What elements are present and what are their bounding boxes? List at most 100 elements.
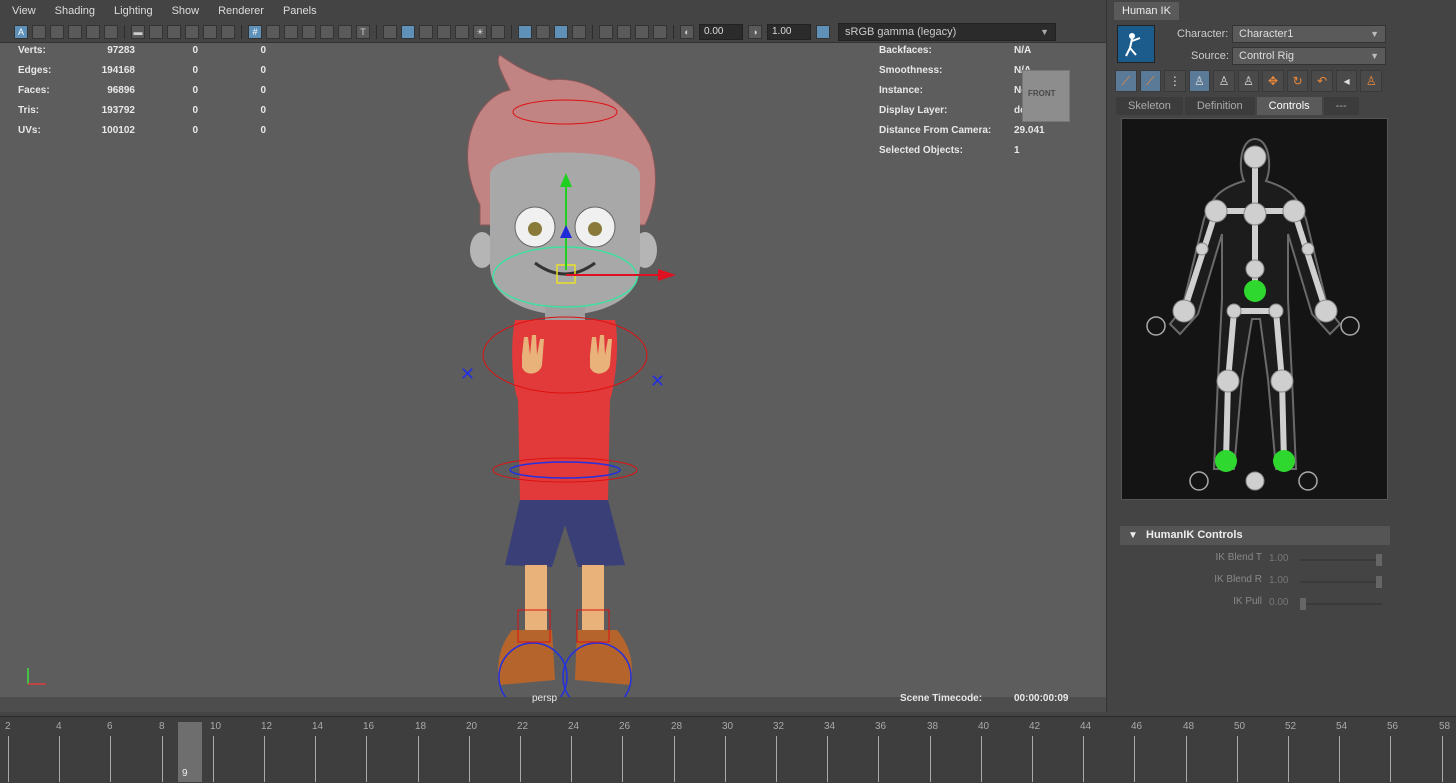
selection-icon[interactable]: ♙ bbox=[1237, 70, 1260, 92]
character-pupil-left bbox=[528, 222, 542, 236]
shadows-icon[interactable] bbox=[491, 25, 505, 39]
fk-effector-icon[interactable]: ⟋ bbox=[1139, 70, 1162, 92]
rig-elbow-locator-right[interactable]: ✕ bbox=[650, 371, 665, 392]
menu-lighting[interactable]: Lighting bbox=[102, 5, 160, 17]
rig-left-foot-effector[interactable] bbox=[1215, 450, 1237, 472]
rig-hips-effector[interactable] bbox=[1244, 280, 1266, 302]
body-part-icon[interactable]: ♙ bbox=[1213, 70, 1235, 92]
smooth-shade-icon[interactable] bbox=[401, 25, 415, 39]
pin-all-icon[interactable]: ↶ bbox=[1311, 70, 1333, 92]
wireframe-on-shaded-icon[interactable] bbox=[437, 25, 451, 39]
lock-camera-icon[interactable] bbox=[32, 25, 46, 39]
menu-shading[interactable]: Shading bbox=[43, 5, 102, 17]
safe-title-icon[interactable]: T bbox=[356, 25, 370, 39]
slider-handle[interactable] bbox=[1376, 554, 1382, 566]
menu-view[interactable]: View bbox=[0, 5, 43, 17]
slider-track[interactable] bbox=[1300, 603, 1382, 605]
tab-skeleton[interactable]: Skeleton bbox=[1116, 97, 1183, 115]
slider-track[interactable] bbox=[1300, 559, 1382, 561]
axis-gizmo-icon bbox=[27, 668, 46, 685]
default-material-icon[interactable] bbox=[419, 25, 433, 39]
isolate-select-icon[interactable] bbox=[599, 25, 613, 39]
multisample-aa-icon[interactable] bbox=[554, 25, 568, 39]
humanik-logo-icon[interactable] bbox=[1117, 25, 1155, 63]
timeline-frame-label: 56 bbox=[1387, 721, 1399, 732]
view-transform-dropdown[interactable]: sRGB gamma (legacy) ▼ bbox=[838, 23, 1056, 41]
left-foot-expand-icon[interactable] bbox=[1189, 471, 1209, 491]
character-shoe-right bbox=[575, 630, 632, 685]
slider-track[interactable] bbox=[1300, 581, 1382, 583]
view-cube-face-label: FRONT bbox=[1028, 89, 1056, 98]
gate-mask-toggle-icon[interactable] bbox=[302, 25, 316, 39]
xray-icon[interactable] bbox=[617, 25, 631, 39]
view-transform-value: sRGB gamma (legacy) bbox=[845, 26, 957, 38]
timeline-frame-label: 50 bbox=[1234, 721, 1246, 732]
right-foot-expand-icon[interactable] bbox=[1298, 471, 1318, 491]
screen-space-ao-icon[interactable] bbox=[518, 25, 532, 39]
full-body-icon[interactable]: ♙ bbox=[1188, 70, 1211, 92]
tab-definition[interactable]: Definition bbox=[1184, 97, 1255, 115]
safe-action-toggle-icon[interactable] bbox=[338, 25, 352, 39]
wireframe-icon[interactable] bbox=[383, 25, 397, 39]
grid-icon[interactable]: # bbox=[248, 25, 262, 39]
select-camera-icon[interactable]: A bbox=[14, 25, 28, 39]
gamma-icon[interactable]: ◑ bbox=[748, 25, 762, 39]
tab-more[interactable]: --- bbox=[1323, 97, 1359, 115]
character-dropdown[interactable]: Character1 ▼ bbox=[1232, 25, 1386, 43]
timeline-frame-label: 26 bbox=[619, 721, 631, 732]
field-chart-toggle-icon[interactable] bbox=[320, 25, 334, 39]
resolution-gate-icon[interactable] bbox=[167, 25, 181, 39]
depth-of-field-icon[interactable] bbox=[572, 25, 586, 39]
motion-blur-icon[interactable] bbox=[536, 25, 550, 39]
source-dropdown[interactable]: Control Rig ▼ bbox=[1232, 47, 1386, 65]
rig-elbow-locator-left[interactable]: ✕ bbox=[460, 364, 475, 385]
timeline-tick bbox=[162, 736, 163, 782]
safe-action-icon[interactable] bbox=[221, 25, 235, 39]
xray-joints-icon[interactable] bbox=[653, 25, 667, 39]
grease-pencil-icon[interactable] bbox=[104, 25, 118, 39]
humanik-controls-section[interactable]: ▼ HumanIK Controls bbox=[1120, 526, 1390, 545]
menu-show[interactable]: Show bbox=[160, 5, 207, 17]
slider-value-field[interactable]: 1.00 bbox=[1269, 575, 1288, 586]
control-rig-figure[interactable] bbox=[1121, 118, 1388, 500]
key-icon[interactable]: ◂ bbox=[1335, 70, 1358, 92]
image-plane-icon[interactable] bbox=[68, 25, 82, 39]
menu-renderer[interactable]: Renderer bbox=[206, 5, 271, 17]
menu-panels[interactable]: Panels bbox=[271, 5, 324, 17]
timeline-tick bbox=[59, 736, 60, 782]
show-skeleton-icon[interactable]: ⋮ bbox=[1164, 70, 1186, 92]
gate-mask-icon[interactable] bbox=[185, 25, 199, 39]
character-dropdown-value: Character1 bbox=[1239, 28, 1294, 40]
ik-effector-icon[interactable]: ⟋ bbox=[1115, 70, 1137, 92]
humanik-menu-icon[interactable]: ♙ bbox=[1360, 70, 1383, 92]
slider-handle[interactable] bbox=[1300, 598, 1306, 610]
film-gate-toggle-icon[interactable] bbox=[266, 25, 280, 39]
rig-move-x-arrow-icon[interactable] bbox=[658, 269, 676, 281]
camera-attributes-icon[interactable]: ▬ bbox=[131, 25, 145, 39]
tab-controls[interactable]: Controls bbox=[1256, 97, 1322, 115]
slider-value-field[interactable]: 0.00 bbox=[1269, 597, 1288, 608]
exposure-icon[interactable]: ◐ bbox=[680, 25, 694, 39]
pin-translation-icon[interactable]: ✥ bbox=[1262, 70, 1284, 92]
resolution-toggle-icon[interactable] bbox=[284, 25, 298, 39]
tab-human-ik[interactable]: Human IK bbox=[1114, 2, 1179, 20]
bookmark-icon[interactable] bbox=[50, 25, 64, 39]
slider-value-field[interactable]: 1.00 bbox=[1269, 553, 1288, 564]
textured-icon[interactable] bbox=[455, 25, 469, 39]
field-chart-icon[interactable] bbox=[203, 25, 217, 39]
exposure-field[interactable]: 0.00 bbox=[699, 24, 743, 40]
slider-label: IK Blend T bbox=[1215, 552, 1262, 563]
left-hand-expand-icon[interactable] bbox=[1146, 316, 1166, 336]
lights-icon[interactable]: ☀ bbox=[473, 25, 487, 39]
film-gate-icon[interactable] bbox=[149, 25, 163, 39]
view-cube[interactable]: FRONT bbox=[1022, 70, 1070, 122]
hud-stat-value: 0 bbox=[260, 85, 266, 96]
pin-rotation-icon[interactable]: ↻ bbox=[1286, 70, 1309, 92]
gamma-field[interactable]: 1.00 bbox=[767, 24, 811, 40]
rig-right-foot-effector[interactable] bbox=[1273, 450, 1295, 472]
color-management-icon[interactable] bbox=[816, 25, 830, 39]
right-hand-expand-icon[interactable] bbox=[1340, 316, 1360, 336]
slider-handle[interactable] bbox=[1376, 576, 1382, 588]
xray-active-icon[interactable] bbox=[635, 25, 649, 39]
2d-pan-icon[interactable] bbox=[86, 25, 100, 39]
